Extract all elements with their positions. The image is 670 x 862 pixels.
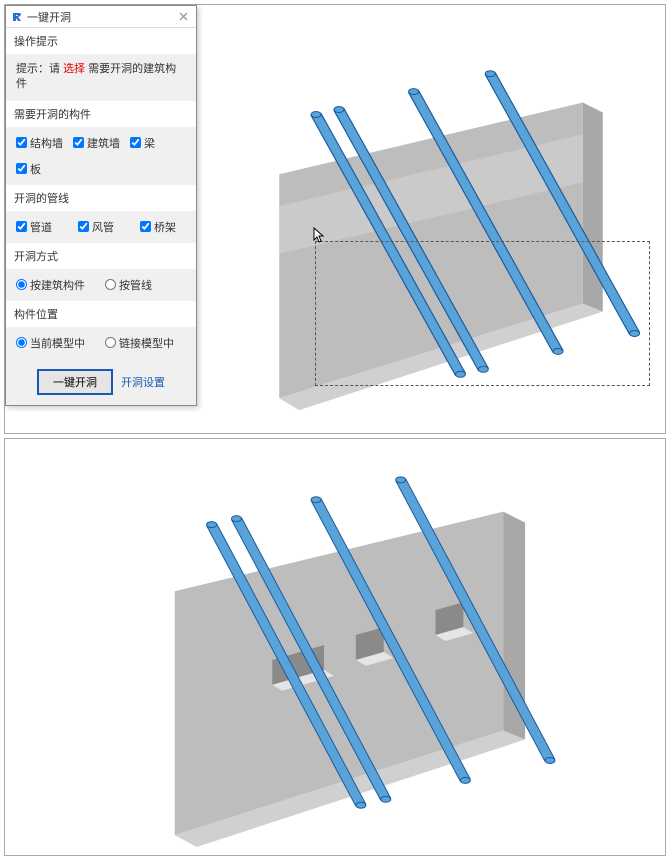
- radio-by-component[interactable]: 按建筑构件: [16, 277, 85, 293]
- checkbox[interactable]: [130, 137, 141, 148]
- checkbox[interactable]: [16, 221, 27, 232]
- group-hint-body: 提示：请 选择 需要开洞的建筑构件: [6, 54, 196, 101]
- dialog-body: 操作提示 提示：请 选择 需要开洞的建筑构件 需要开洞的构件 结构墙 建筑墙 梁…: [6, 28, 196, 405]
- checkbox[interactable]: [16, 137, 27, 148]
- label: 链接模型中: [119, 335, 174, 351]
- radio[interactable]: [16, 337, 27, 348]
- dialog-titlebar[interactable]: 一键开洞: [6, 6, 196, 28]
- label: 结构墙: [30, 135, 63, 151]
- group-pipes-header: 开洞的管线: [6, 185, 196, 211]
- group-pipes-body: 管道 风管 桥架: [6, 211, 196, 243]
- label: 按管线: [119, 277, 152, 293]
- settings-link[interactable]: 开洞设置: [121, 374, 165, 390]
- radio[interactable]: [16, 279, 27, 290]
- check-tray[interactable]: 桥架: [140, 219, 176, 235]
- hint-select: 选择: [63, 63, 85, 75]
- check-slab[interactable]: 板: [16, 161, 41, 177]
- radio[interactable]: [105, 279, 116, 290]
- cursor-icon: [313, 227, 327, 245]
- radio-linked-model[interactable]: 链接模型中: [105, 335, 174, 351]
- before-panel: 一键开洞 操作提示 提示：请 选择 需要开洞的建筑构件 需要开洞的构件 结构墙 …: [4, 4, 666, 434]
- label: 板: [30, 161, 41, 177]
- radio-by-pipe[interactable]: 按管线: [105, 277, 152, 293]
- group-hint-header: 操作提示: [6, 28, 196, 54]
- dialog-title: 一键开洞: [27, 9, 175, 25]
- after-panel: [4, 438, 666, 856]
- label: 建筑墙: [87, 135, 120, 151]
- group-components-body: 结构墙 建筑墙 梁 板: [6, 127, 196, 185]
- check-beam[interactable]: 梁: [130, 135, 155, 151]
- group-components-header: 需要开洞的构件: [6, 101, 196, 127]
- opening-dialog: 一键开洞 操作提示 提示：请 选择 需要开洞的建筑构件 需要开洞的构件 结构墙 …: [5, 5, 197, 406]
- group-method-body: 按建筑构件 按管线: [6, 269, 196, 301]
- checkbox[interactable]: [16, 163, 27, 174]
- hint-prefix: 提示：请: [16, 63, 63, 75]
- label: 梁: [144, 135, 155, 151]
- dialog-footer: 一键开洞 开洞设置: [6, 359, 196, 405]
- check-arch-wall[interactable]: 建筑墙: [73, 135, 120, 151]
- check-structural-wall[interactable]: 结构墙: [16, 135, 63, 151]
- check-duct[interactable]: 风管: [78, 219, 114, 235]
- group-method-header: 开洞方式: [6, 243, 196, 269]
- label: 按建筑构件: [30, 277, 85, 293]
- checkbox[interactable]: [73, 137, 84, 148]
- selection-box: [315, 241, 650, 386]
- revit-icon: [11, 11, 23, 23]
- group-location-body: 当前模型中 链接模型中: [6, 327, 196, 359]
- checkbox[interactable]: [78, 221, 89, 232]
- label: 管道: [30, 219, 52, 235]
- label: 当前模型中: [30, 335, 85, 351]
- run-button[interactable]: 一键开洞: [37, 369, 113, 395]
- radio-current-model[interactable]: 当前模型中: [16, 335, 85, 351]
- checkbox[interactable]: [140, 221, 151, 232]
- label: 风管: [92, 219, 114, 235]
- check-pipe[interactable]: 管道: [16, 219, 52, 235]
- label: 桥架: [154, 219, 176, 235]
- scene-after: [5, 439, 665, 855]
- group-location-header: 构件位置: [6, 301, 196, 327]
- radio[interactable]: [105, 337, 116, 348]
- viewport-after: [5, 439, 665, 855]
- close-icon[interactable]: [175, 10, 191, 24]
